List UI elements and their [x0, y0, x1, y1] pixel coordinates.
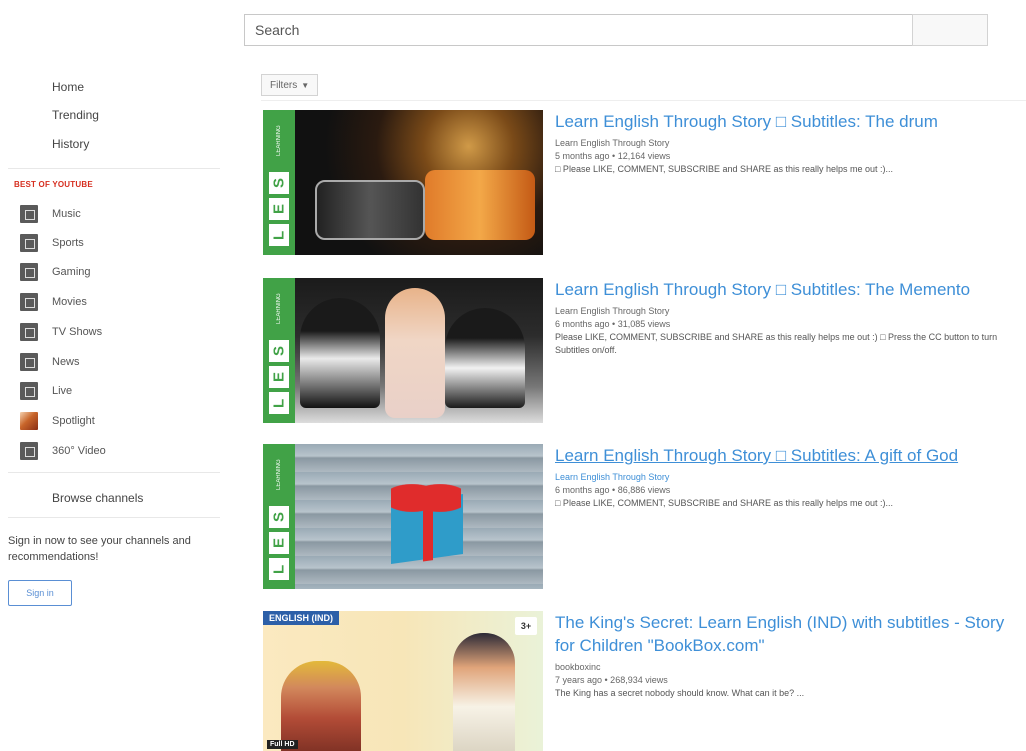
les-letter: S	[269, 506, 289, 528]
les-badge: LEARNING ENGLISH S E L	[263, 278, 310, 423]
video-item: ENGLISH (IND) 3+ Full HD The King's Secr…	[263, 611, 1026, 751]
video-description: Please LIKE, COMMENT, SUBSCRIBE and SHAR…	[555, 332, 998, 355]
sidebar-item-label: Sports	[52, 237, 84, 249]
sidebar-item-label: News	[52, 356, 80, 368]
les-badge-text: LEARNING ENGLISH	[276, 459, 310, 491]
video-thumbnail[interactable]: LEARNING ENGLISH S E L	[263, 444, 543, 589]
sidebar-item-music[interactable]: Music	[20, 205, 81, 223]
channel-name[interactable]: Learn English Through Story	[555, 471, 1025, 484]
signin-message: Sign in now to see your channels and rec…	[8, 535, 191, 563]
video-description: The King has a secret nobody should know…	[555, 688, 805, 698]
les-badge: LEARNING ENGLISH S E L	[263, 110, 310, 255]
section-title-best-of: BEST OF YOUTUBE	[14, 180, 93, 189]
video-thumbnail[interactable]: LEARNING ENGLISH S E L	[263, 110, 543, 255]
les-letter: S	[269, 340, 289, 362]
divider	[8, 472, 220, 473]
movies-icon	[20, 293, 38, 311]
sidebar-item-label: Movies	[52, 296, 87, 308]
video-title-link[interactable]: Learn English Through Story □ Subtitles:…	[555, 278, 1025, 301]
les-letter: L	[269, 558, 289, 580]
video-description: □ Please LIKE, COMMENT, SUBSCRIBE and SH…	[555, 164, 894, 174]
video-item: LEARNING ENGLISH S E L Learn English Thr…	[263, 278, 1026, 423]
video-stats: 6 months ago • 31,085 views	[555, 319, 671, 329]
video-thumbnail[interactable]: LEARNING ENGLISH S E L	[263, 278, 543, 423]
divider	[8, 168, 220, 169]
channel-name[interactable]: Learn English Through Story	[555, 137, 1025, 150]
les-letter: L	[269, 392, 289, 414]
sidebar-item-label: Spotlight	[52, 415, 95, 427]
thumbnail-image	[281, 661, 361, 751]
video-stats: 5 months ago • 12,164 views	[555, 151, 671, 161]
browse-channels-link[interactable]: Browse channels	[52, 491, 143, 505]
video-item: LEARNING ENGLISH S E L Learn English Thr…	[263, 444, 1026, 589]
sidebar-item-sports[interactable]: Sports	[20, 234, 84, 252]
video-thumbnail[interactable]: ENGLISH (IND) 3+ Full HD	[263, 611, 543, 751]
language-tag: ENGLISH (IND)	[263, 611, 339, 625]
sidebar-item-gaming[interactable]: Gaming	[20, 263, 91, 281]
divider	[261, 100, 1026, 101]
les-letter: S	[269, 172, 289, 194]
thumbnail-image	[295, 444, 543, 589]
video-stats: 6 months ago • 86,886 views	[555, 485, 671, 495]
age-badge: 3+	[515, 617, 537, 635]
sidebar-item-movies[interactable]: Movies	[20, 293, 87, 311]
sidebar-item-history[interactable]: History	[52, 137, 89, 151]
filters-label: Filters	[270, 79, 298, 91]
live-icon	[20, 382, 38, 400]
sidebar-item-spotlight[interactable]: Spotlight	[20, 412, 95, 430]
filters-button[interactable]: Filters ▼	[261, 74, 319, 96]
sidebar-item-label: 360° Video	[52, 445, 106, 457]
les-letter: L	[269, 224, 289, 246]
news-icon	[20, 353, 38, 371]
video-stats: 7 years ago • 268,934 views	[555, 675, 668, 685]
video-title-link[interactable]: Learn English Through Story □ Subtitles:…	[555, 444, 1025, 467]
sidebar-item-label: TV Shows	[52, 326, 103, 338]
spotlight-icon	[20, 412, 38, 430]
les-badge: LEARNING ENGLISH S E L	[263, 444, 310, 589]
sidebar-item-home[interactable]: Home	[52, 80, 84, 94]
divider	[8, 517, 220, 518]
search-bar	[244, 14, 988, 46]
sidebar-item-live[interactable]: Live	[20, 382, 72, 400]
video-description: □ Please LIKE, COMMENT, SUBSCRIBE and SH…	[555, 498, 894, 508]
gaming-icon	[20, 263, 38, 281]
music-icon	[20, 205, 38, 223]
chevron-down-icon: ▼	[301, 80, 310, 90]
video-360-icon	[20, 442, 38, 460]
hd-badge: Full HD	[267, 740, 298, 749]
tv-icon	[20, 323, 38, 341]
les-badge-text: LEARNING ENGLISH	[276, 125, 310, 157]
video-meta: The King's Secret: Learn English (IND) w…	[555, 611, 1025, 700]
channel-name[interactable]: bookboxinc	[555, 661, 1025, 674]
video-meta: Learn English Through Story □ Subtitles:…	[555, 278, 1025, 357]
sports-icon	[20, 234, 38, 252]
video-meta: Learn English Through Story □ Subtitles:…	[555, 444, 1025, 510]
video-meta: Learn English Through Story □ Subtitles:…	[555, 110, 1025, 176]
video-title-link[interactable]: The King's Secret: Learn English (IND) w…	[555, 611, 1025, 657]
les-letter: E	[269, 532, 289, 554]
search-button[interactable]	[912, 14, 988, 46]
sidebar-item-label: Live	[52, 385, 73, 397]
sidebar-item-label: Music	[52, 208, 81, 220]
sidebar-item-trending[interactable]: Trending	[52, 108, 99, 122]
thumbnail-image	[453, 633, 515, 751]
sign-in-button[interactable]: Sign in	[8, 580, 72, 606]
video-title-link[interactable]: Learn English Through Story □ Subtitles:…	[555, 110, 1025, 133]
channel-name[interactable]: Learn English Through Story	[555, 305, 1025, 318]
search-input[interactable]	[244, 14, 912, 46]
sidebar-item-news[interactable]: News	[20, 353, 80, 371]
video-item: LEARNING ENGLISH S E L Learn English Thr…	[263, 110, 1026, 255]
sidebar-item-tv-shows[interactable]: TV Shows	[20, 323, 102, 341]
les-badge-text: LEARNING ENGLISH	[276, 293, 310, 325]
thumbnail-image	[295, 278, 543, 423]
les-letter: E	[269, 198, 289, 220]
sidebar-item-360-video[interactable]: 360° Video	[20, 442, 106, 460]
thumbnail-image	[295, 110, 543, 255]
sidebar-item-label: Gaming	[52, 266, 91, 278]
les-letter: E	[269, 366, 289, 388]
